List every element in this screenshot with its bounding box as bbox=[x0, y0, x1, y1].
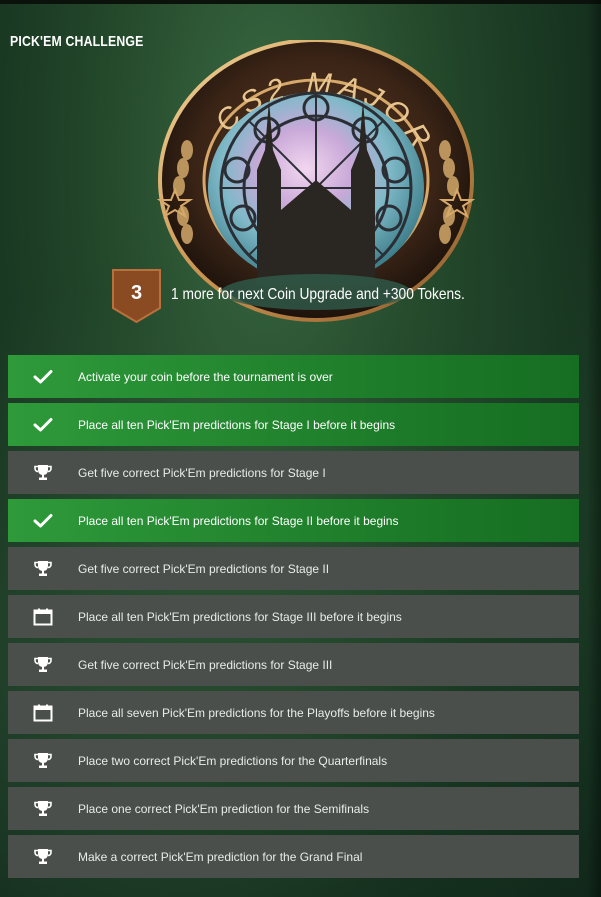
trophy-icon bbox=[8, 752, 78, 769]
challenge-task-row[interactable]: Make a correct Pick'Em prediction for th… bbox=[8, 835, 579, 878]
challenge-task-label: Place one correct Pick'Em prediction for… bbox=[78, 801, 370, 816]
coin-graphic: CS2 MAJOR bbox=[157, 40, 475, 322]
right-shadow bbox=[587, 0, 601, 897]
top-border bbox=[0, 0, 601, 4]
check-icon bbox=[8, 417, 78, 433]
trophy-icon bbox=[8, 560, 78, 577]
coin-level-number: 3 bbox=[130, 282, 143, 304]
challenge-task-row[interactable]: Activate your coin before the tournament… bbox=[8, 355, 579, 398]
trophy-icon bbox=[8, 848, 78, 865]
challenge-task-row[interactable]: Place all ten Pick'Em predictions for St… bbox=[8, 403, 579, 446]
challenge-task-label: Place all ten Pick'Em predictions for St… bbox=[78, 513, 399, 528]
challenge-task-label: Get five correct Pick'Em predictions for… bbox=[78, 561, 330, 576]
challenge-task-row[interactable]: Place all seven Pick'Em predictions for … bbox=[8, 691, 579, 734]
challenge-task-list: Activate your coin before the tournament… bbox=[8, 355, 579, 883]
challenge-task-row[interactable]: Place all ten Pick'Em predictions for St… bbox=[8, 595, 579, 638]
challenge-task-label: Get five correct Pick'Em predictions for… bbox=[78, 657, 333, 672]
calendar-icon bbox=[8, 608, 78, 626]
trophy-icon bbox=[8, 464, 78, 481]
challenge-task-row[interactable]: Get five correct Pick'Em predictions for… bbox=[8, 547, 579, 590]
page-title: PICK'EM CHALLENGE bbox=[10, 33, 144, 50]
challenge-task-row[interactable]: Place all ten Pick'Em predictions for St… bbox=[8, 499, 579, 542]
challenge-task-row[interactable]: Get five correct Pick'Em predictions for… bbox=[8, 451, 579, 494]
challenge-task-label: Make a correct Pick'Em prediction for th… bbox=[78, 849, 363, 864]
challenge-task-label: Place all seven Pick'Em predictions for … bbox=[78, 705, 435, 720]
challenge-task-row[interactable]: Place one correct Pick'Em prediction for… bbox=[8, 787, 579, 830]
check-icon bbox=[8, 369, 78, 385]
challenge-task-row[interactable]: Get five correct Pick'Em predictions for… bbox=[8, 643, 579, 686]
challenge-task-label: Place two correct Pick'Em predictions fo… bbox=[78, 753, 388, 768]
pickem-panel: PICK'EM CHALLENGE CS2 MAJOR 3 1 more for… bbox=[0, 0, 601, 897]
coin-level-badge: 3 bbox=[111, 268, 162, 324]
upgrade-progress-text: 1 more for next Coin Upgrade and +300 To… bbox=[171, 286, 465, 303]
calendar-icon bbox=[8, 704, 78, 722]
check-icon bbox=[8, 513, 78, 529]
challenge-task-row[interactable]: Place two correct Pick'Em predictions fo… bbox=[8, 739, 579, 782]
challenge-task-label: Get five correct Pick'Em predictions for… bbox=[78, 465, 326, 480]
challenge-task-label: Place all ten Pick'Em predictions for St… bbox=[78, 609, 402, 624]
trophy-icon bbox=[8, 800, 78, 817]
trophy-icon bbox=[8, 656, 78, 673]
challenge-task-label: Place all ten Pick'Em predictions for St… bbox=[78, 417, 396, 432]
major-coin-image: CS2 MAJOR bbox=[157, 40, 475, 325]
challenge-task-label: Activate your coin before the tournament… bbox=[78, 369, 333, 384]
